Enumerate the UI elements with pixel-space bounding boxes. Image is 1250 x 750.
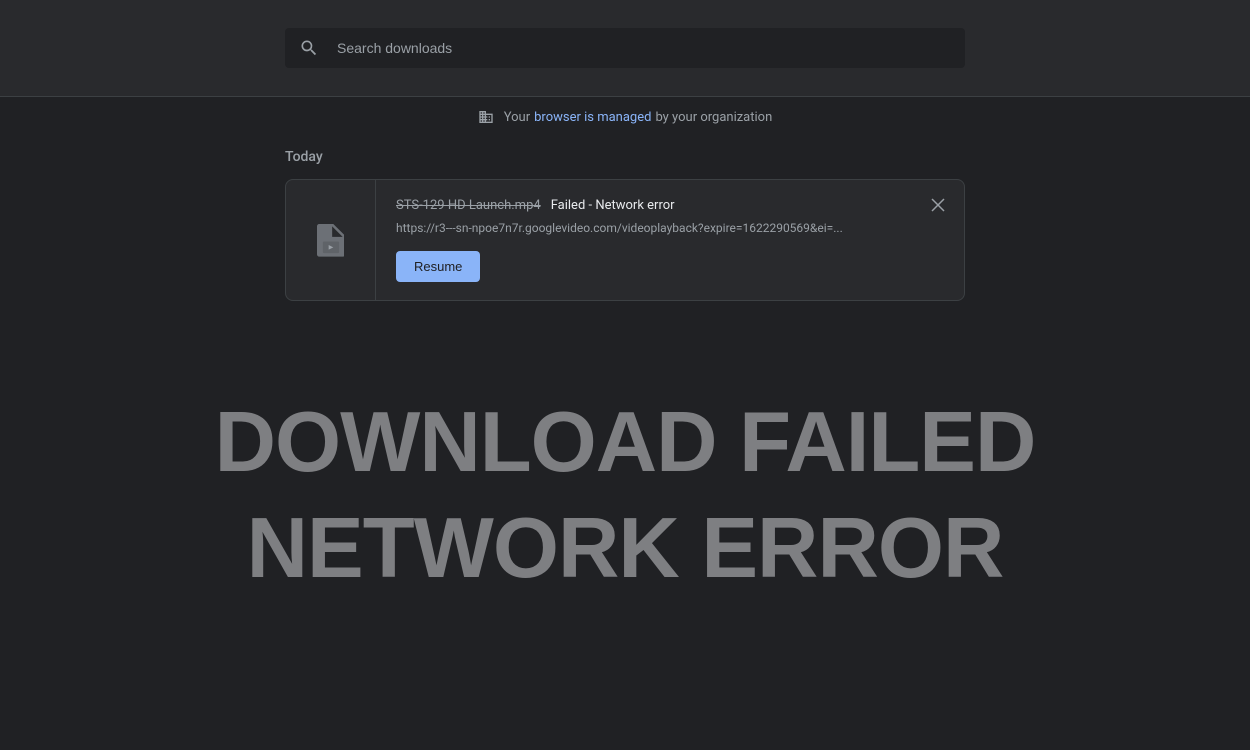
topbar bbox=[0, 0, 1250, 97]
section-header: Today bbox=[285, 149, 965, 165]
managed-link[interactable]: browser is managed bbox=[534, 110, 651, 125]
search-input[interactable] bbox=[337, 40, 951, 56]
title-row: STS-129 HD Launch.mp4 Failed - Network e… bbox=[396, 198, 944, 213]
overlay-caption: DOWNLOAD FAILED NETWORK ERROR bbox=[0, 390, 1250, 603]
overlay-line1: DOWNLOAD FAILED bbox=[0, 390, 1250, 496]
managed-suffix: by your organization bbox=[655, 110, 772, 125]
overlay-line2: NETWORK ERROR bbox=[0, 496, 1250, 602]
download-filename: STS-129 HD Launch.mp4 bbox=[396, 198, 541, 213]
download-url: https://r3---sn-npoe7n7r.googlevideo.com… bbox=[396, 221, 876, 235]
file-icon-column bbox=[286, 180, 376, 300]
search-container[interactable] bbox=[285, 28, 965, 68]
resume-button[interactable]: Resume bbox=[396, 251, 480, 282]
download-card: STS-129 HD Launch.mp4 Failed - Network e… bbox=[285, 179, 965, 301]
video-file-icon bbox=[317, 224, 345, 256]
card-body: STS-129 HD Launch.mp4 Failed - Network e… bbox=[376, 180, 964, 300]
managed-bar: Your browser is managed by your organiza… bbox=[0, 97, 1250, 137]
close-icon bbox=[931, 198, 945, 215]
close-button[interactable] bbox=[926, 194, 950, 218]
content-area: Today STS-129 HD Launch.mp4 Failed - Net… bbox=[285, 149, 965, 301]
building-icon bbox=[478, 109, 494, 125]
search-icon bbox=[299, 38, 319, 58]
managed-prefix: Your bbox=[504, 110, 530, 125]
download-status: Failed - Network error bbox=[551, 198, 675, 213]
